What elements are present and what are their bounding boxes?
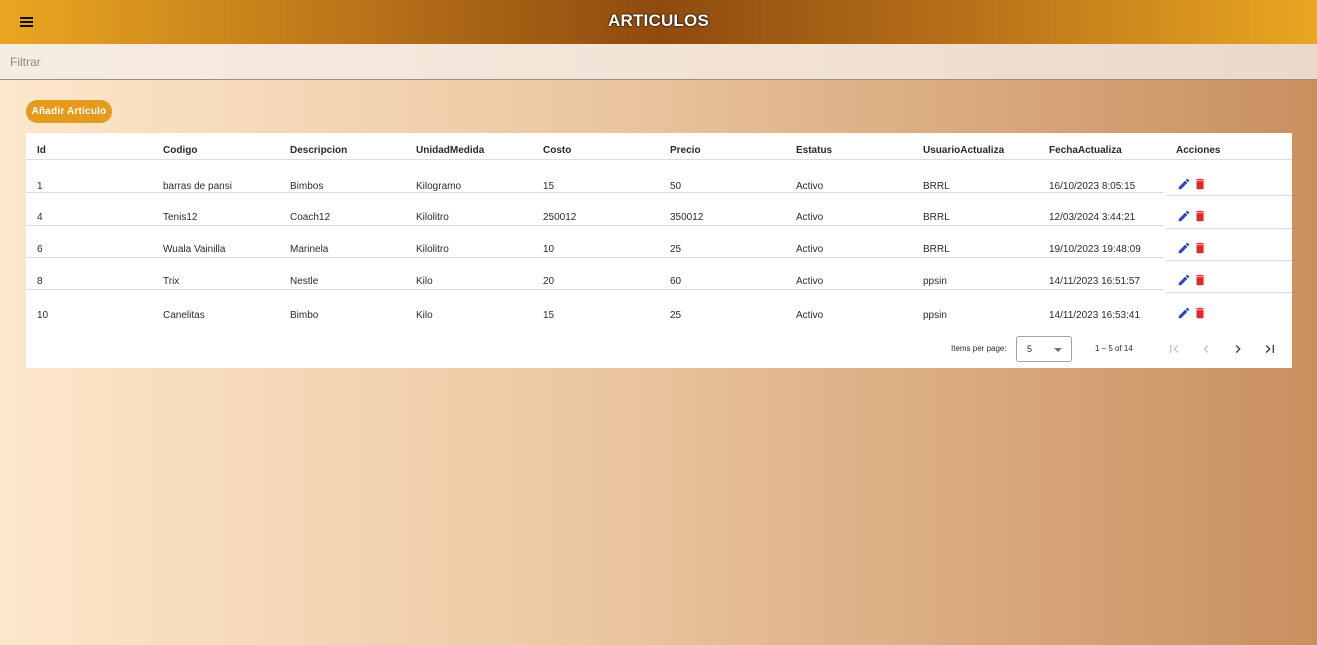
cell-id: 6 [37, 244, 43, 255]
cell-descripcion: Bimbos [290, 181, 324, 192]
filter-input[interactable] [10, 53, 610, 71]
row-divider [26, 289, 1164, 290]
cell-descripcion: Nestle [290, 276, 319, 287]
edit-pencil-icon[interactable] [1177, 177, 1191, 191]
column-header-fecha-actualiza[interactable]: FechaActualiza [1049, 145, 1122, 156]
cell-estatus: Activo [796, 181, 824, 192]
table-row: 6 Wuala Vainilla Marinela Kilolitro 10 2… [26, 228, 1292, 261]
items-per-page-value: 5 [1027, 344, 1033, 354]
cell-precio: 25 [670, 244, 682, 255]
cell-id: 4 [37, 212, 43, 223]
dropdown-caret-icon [1054, 348, 1062, 352]
column-header-unidad-medida[interactable]: UnidadMedida [416, 145, 484, 156]
delete-trash-icon[interactable] [1193, 209, 1207, 223]
items-per-page-label: Items per page: [951, 344, 1007, 353]
cell-descripcion: Bimbo [290, 310, 319, 321]
table-row: 4 Tenis12 Coach12 Kilolitro 250012 35001… [26, 196, 1292, 229]
cell-unidad-medida: Kilogramo [416, 181, 462, 192]
cell-estatus: Activo [796, 244, 824, 255]
cell-usuario: BRRL [923, 181, 950, 192]
cell-codigo: Wuala Vainilla [163, 244, 226, 255]
column-header-precio[interactable]: Precio [670, 145, 701, 156]
edit-pencil-icon[interactable] [1177, 209, 1191, 223]
cell-id: 1 [37, 181, 43, 192]
cell-id: 10 [37, 310, 49, 321]
column-header-descripcion[interactable]: Descripcion [290, 145, 347, 156]
top-app-bar: ARTICULOS [0, 0, 1317, 44]
cell-fecha: 16/10/2023 8:05:15 [1049, 181, 1136, 192]
page-range-label: 1 – 5 of 14 [1095, 344, 1133, 353]
row-divider [26, 225, 1164, 226]
cell-costo: 10 [543, 244, 555, 255]
cell-descripcion: Coach12 [290, 212, 331, 223]
previous-page-icon[interactable] [1198, 341, 1214, 357]
row-divider [26, 192, 1164, 193]
cell-estatus: Activo [796, 310, 824, 321]
delete-trash-icon[interactable] [1193, 273, 1207, 287]
column-header-estatus[interactable]: Estatus [796, 145, 832, 156]
filter-bar [0, 44, 1317, 80]
edit-pencil-icon[interactable] [1177, 273, 1191, 287]
cell-fecha: 14/11/2023 16:53:41 [1049, 310, 1141, 321]
cell-unidad-medida: Kilolitro [416, 212, 449, 223]
next-page-icon[interactable] [1230, 341, 1246, 357]
column-header-codigo[interactable]: Codigo [163, 145, 197, 156]
cell-usuario: BRRL [923, 244, 950, 255]
add-article-button[interactable]: Añadir Articulo [26, 100, 112, 123]
column-header-usuario-actualiza[interactable]: UsuarioActualiza [923, 145, 1004, 156]
last-page-icon[interactable] [1262, 341, 1278, 357]
cell-fecha: 19/10/2023 19:48:09 [1049, 244, 1141, 255]
table-row: 10 Canelitas Bimbo Kilo 15 25 Activo pps… [26, 293, 1292, 326]
cell-fecha: 14/11/2023 16:51:57 [1049, 276, 1141, 287]
table-row: 1 barras de pansi Bimbos Kilogramo 15 50… [26, 160, 1292, 196]
column-header-acciones: Acciones [1176, 145, 1221, 156]
cell-codigo: Canelitas [163, 310, 205, 321]
items-per-page-select[interactable]: 5 [1016, 336, 1072, 362]
delete-trash-icon[interactable] [1193, 306, 1207, 320]
cell-unidad-medida: Kilolitro [416, 244, 449, 255]
cell-costo: 20 [543, 276, 555, 287]
table-header-row: Id Codigo Descripcion UnidadMedida Costo… [26, 133, 1292, 160]
cell-costo: 15 [543, 310, 555, 321]
edit-pencil-icon[interactable] [1177, 306, 1191, 320]
cell-descripcion: Marinela [290, 244, 329, 255]
table-row: 8 Trix Nestle Kilo 20 60 Activo ppsin 14… [26, 260, 1292, 293]
cell-codigo: Trix [163, 276, 180, 287]
cell-usuario: ppsin [923, 276, 947, 287]
cell-precio: 350012 [670, 212, 704, 223]
cell-id: 8 [37, 276, 43, 287]
column-header-id[interactable]: Id [37, 145, 46, 156]
edit-pencil-icon[interactable] [1177, 241, 1191, 255]
cell-codigo: barras de pansi [163, 181, 232, 192]
articles-table: Id Codigo Descripcion UnidadMedida Costo… [26, 133, 1292, 368]
cell-precio: 60 [670, 276, 682, 287]
cell-estatus: Activo [796, 276, 824, 287]
cell-unidad-medida: Kilo [416, 310, 433, 321]
cell-codigo: Tenis12 [163, 212, 198, 223]
delete-trash-icon[interactable] [1193, 241, 1207, 255]
cell-usuario: BRRL [923, 212, 950, 223]
cell-costo: 15 [543, 181, 555, 192]
delete-trash-icon[interactable] [1193, 177, 1207, 191]
cell-usuario: ppsin [923, 310, 947, 321]
paginator: Items per page: 5 1 – 5 of 14 [26, 333, 1292, 365]
row-divider [26, 257, 1164, 258]
cell-costo: 250012 [543, 212, 577, 223]
cell-fecha: 12/03/2024 3:44:21 [1049, 212, 1136, 223]
cell-estatus: Activo [796, 212, 824, 223]
first-page-icon[interactable] [1166, 341, 1182, 357]
cell-precio: 25 [670, 310, 682, 321]
cell-precio: 50 [670, 181, 682, 192]
cell-unidad-medida: Kilo [416, 276, 433, 287]
page-title: ARTICULOS [608, 11, 709, 30]
column-header-costo[interactable]: Costo [543, 145, 571, 156]
